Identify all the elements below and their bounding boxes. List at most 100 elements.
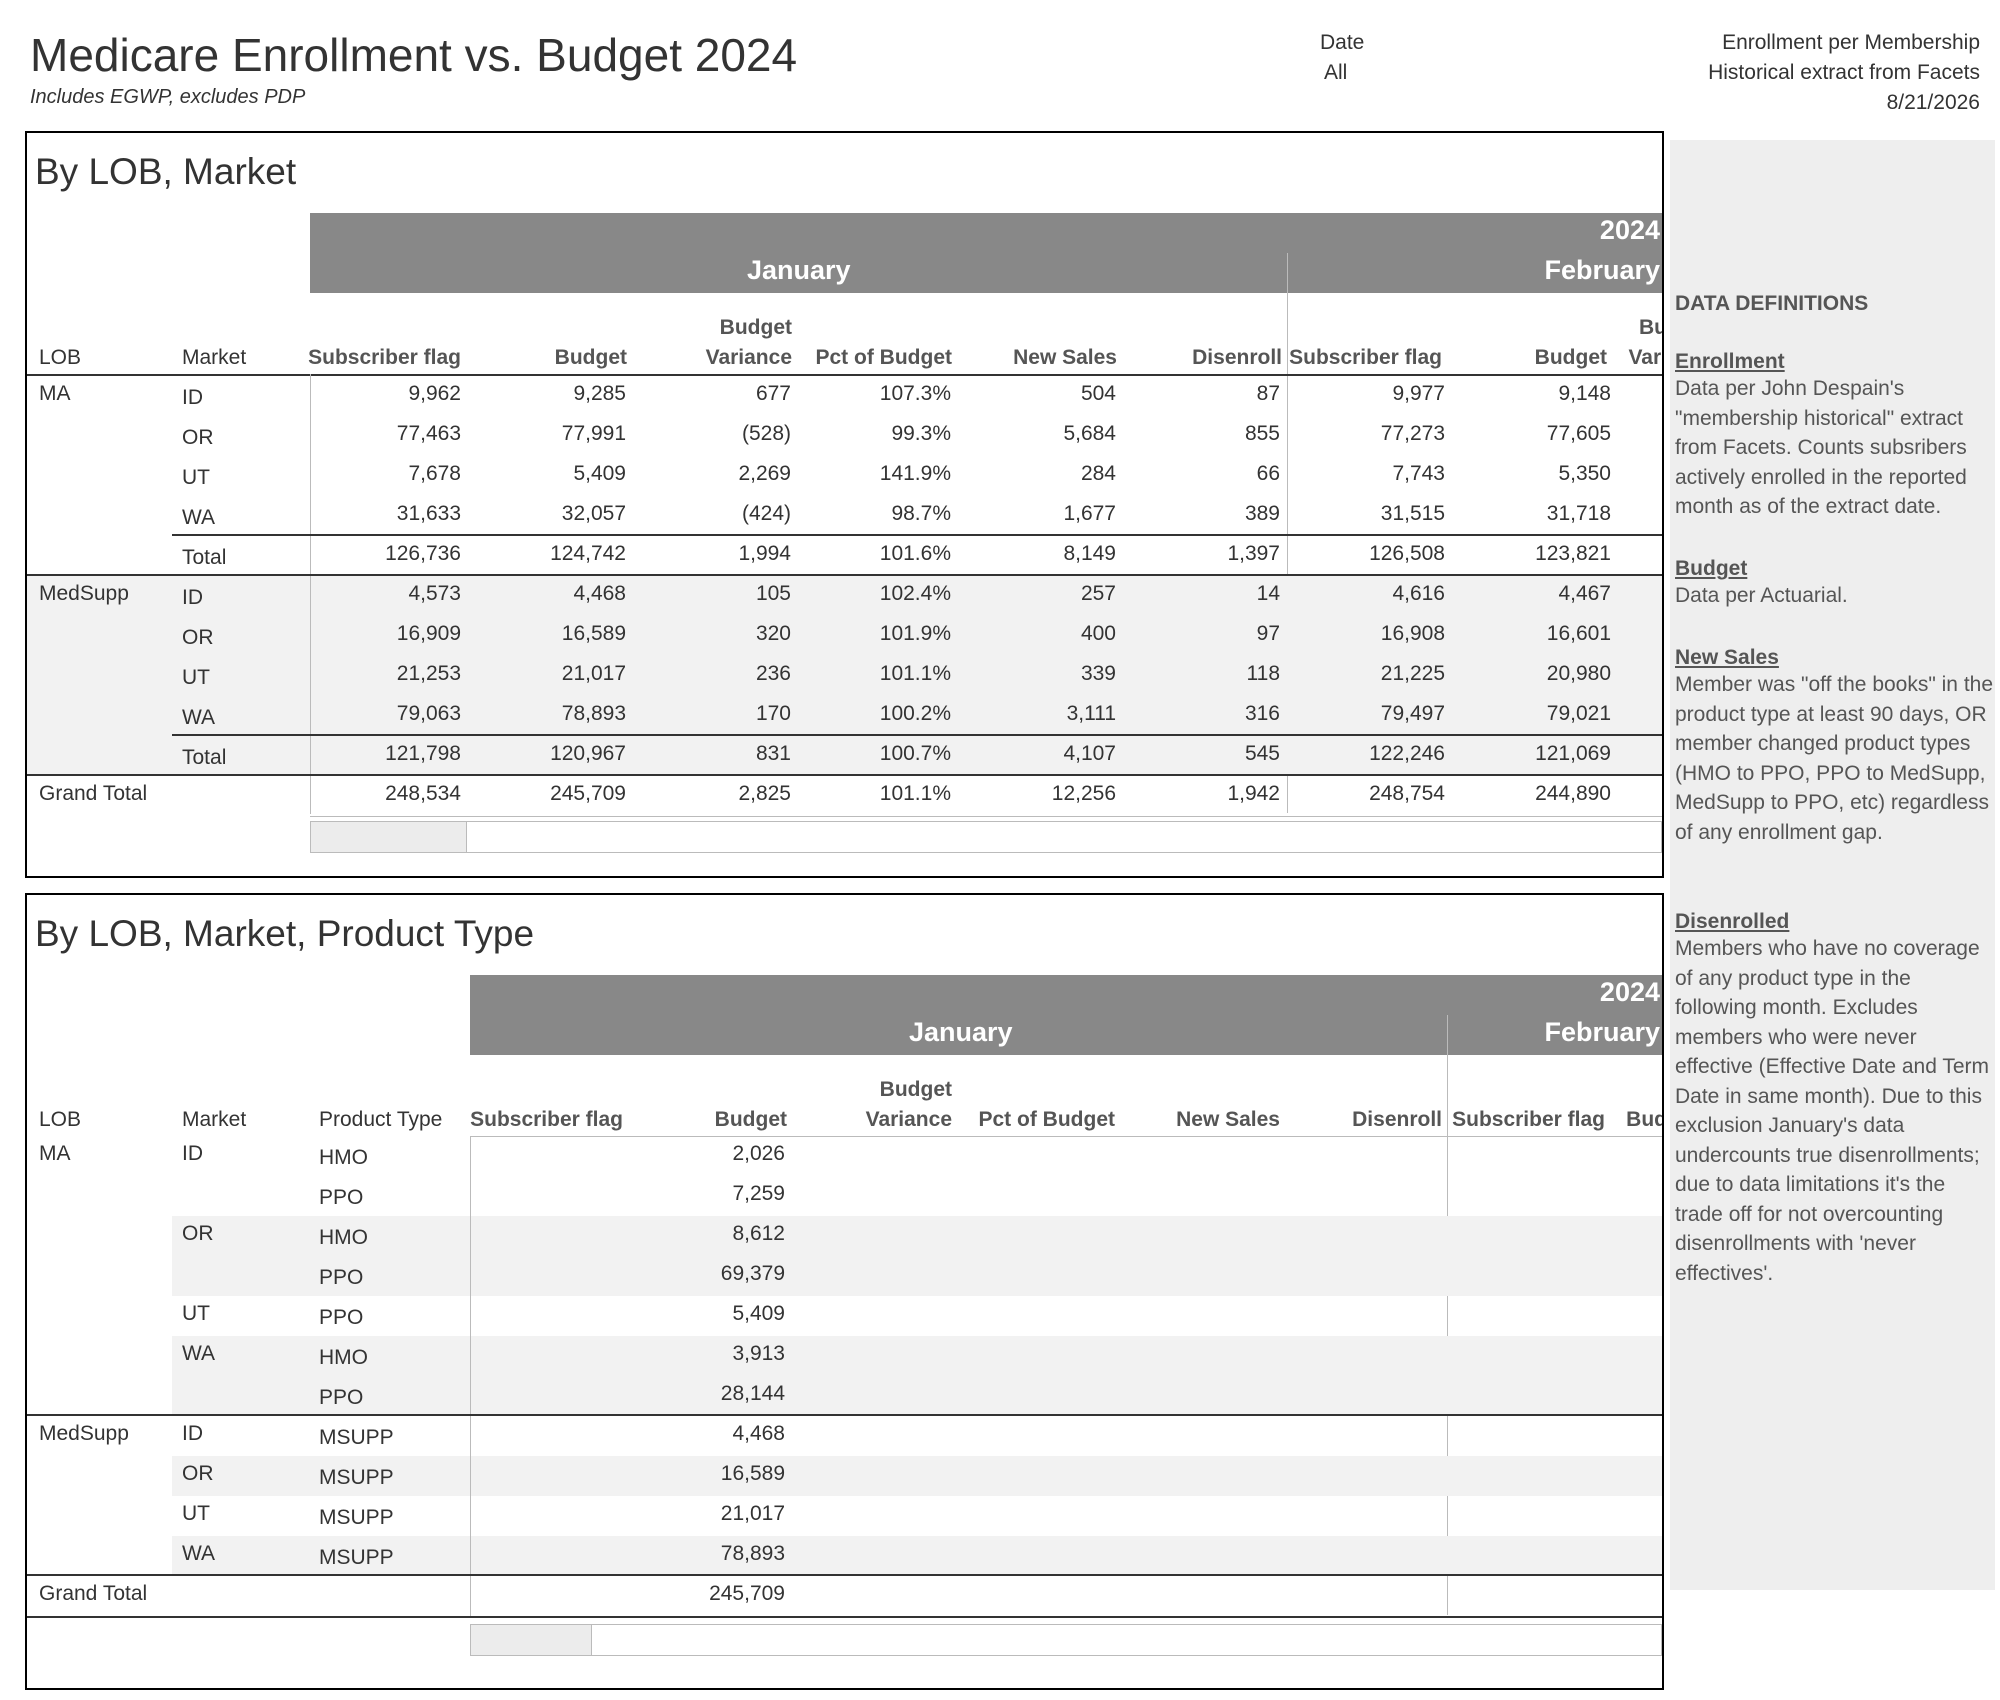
scrollbar-thumb[interactable] [471,1625,592,1655]
value-cell: 8,149 [1063,542,1116,565]
table-row: UT MSUPP 21,017 [27,1496,1662,1536]
definition-enrollment: Enrollment Data per John Despain's "memb… [1675,350,1993,522]
value-cell: 21,225 [1380,662,1445,685]
table-row: WA HMO 3,913 [27,1336,1662,1376]
value-cell: 21,017 [561,662,626,685]
value-cell: 77,991 [561,422,626,445]
value-cell: 320 [755,622,791,645]
value-cell: 316 [1244,702,1280,725]
value-cell: 284 [1080,462,1116,485]
lob-rule [27,1574,1662,1576]
market-cell: ID [182,1142,203,1165]
year-label: 2024 [1599,977,1660,1007]
lob-cell: Grand Total [39,782,148,805]
value-cell: 170 [755,702,791,725]
rowheader-divider [470,1136,471,1616]
product-type-cell: PPO [319,1186,364,1209]
value-cell: (424) [741,502,791,525]
market-cell: ID [182,1422,203,1445]
lob-rule [27,774,1662,776]
market-cell: Total [182,546,227,569]
col-header-market: Market [182,1108,247,1131]
col-header-lob: LOB [39,1108,82,1131]
value-cell: 79,021 [1546,702,1611,725]
value-cell: 118 [1246,662,1280,685]
table-row: MA ID 9,962 9,285 677 107.3% 504 87 9,977 9,148 [27,376,1662,416]
col-header-disenroll: Disenroll [1192,346,1282,369]
market-cell: WA [182,706,216,729]
value-cell: 245,709 [550,782,626,805]
date-filter-value[interactable]: All [1320,58,1364,88]
value-cell: 9,977 [1392,382,1445,405]
value-cell: 4,467 [1558,582,1611,605]
value-cell: 97 [1256,622,1280,645]
value-cell: 100.2% [879,702,951,725]
table-row: WA MSUPP 78,893 [27,1536,1662,1576]
value-cell: 9,962 [408,382,461,405]
rowheader-divider [310,374,311,814]
lob-cell: MA [39,1142,71,1165]
value-cell: 79,497 [1380,702,1445,725]
value-cell: 101.1% [879,782,951,805]
value-cell: 677 [755,382,791,405]
definition-text: Data per Actuarial. [1675,584,1848,607]
value-cell: 257 [1080,582,1116,605]
budget-cell: 3,913 [732,1342,785,1365]
lob-market-panel: By LOB, Market 2024 January February LOB Mar… [25,131,1664,878]
value-cell: 389 [1244,502,1280,525]
table-row: WA 79,063 78,893 170 100.2% 3,111 316 79,497 79,… [27,696,1662,736]
table-row: MedSupp ID 4,573 4,468 105 102.4% 257 14 4,616 4,… [27,576,1662,616]
scrollbar-thumb[interactable] [311,822,467,852]
product-type-cell: MSUPP [319,1426,394,1449]
table-row: WA 31,633 32,057 (424) 98.7% 1,677 389 31,515 31… [27,496,1662,536]
value-cell: 12,256 [1051,782,1116,805]
col-header-subscriber-flag-feb: Subscriber flag [1289,346,1442,369]
page-title: Medicare Enrollment vs. Budget 2024 [30,29,798,81]
definition-term: Disenrolled [1675,910,1790,933]
market-cell: ID [182,586,203,609]
header-band [470,975,1662,1055]
value-cell: 9,148 [1558,382,1611,405]
budget-cell: 5,409 [732,1302,785,1325]
definitions-title: DATA DEFINITIONS [1675,292,1869,315]
total-rule [172,734,1662,736]
value-cell: 831 [755,742,791,765]
header-band [310,213,1662,293]
value-cell: 31,515 [1380,502,1445,525]
table-row: UT 7,678 5,409 2,269 141.9% 284 66 7,743 5,350 [27,456,1662,496]
value-cell: 504 [1080,382,1116,405]
horizontal-scrollbar[interactable] [470,1624,1662,1656]
market-cell: OR [182,426,214,449]
market-cell: OR [182,1462,214,1485]
value-cell: 101.6% [879,542,951,565]
source-line-1: Enrollment per Membership [1722,31,1980,54]
value-cell: 16,908 [1380,622,1445,645]
value-cell: 120,967 [550,742,626,765]
value-cell: 105 [755,582,791,605]
col-header-budget-feb: Budget [1534,346,1607,369]
table-row: OR MSUPP 16,589 [27,1456,1662,1496]
value-cell: 107.3% [879,382,951,405]
value-cell: 100.7% [879,742,951,765]
value-cell: 31,633 [396,502,461,525]
col-header-new-sales: New Sales [1013,346,1117,369]
definition-budget: Budget Data per Actuarial. [1675,557,1993,611]
value-cell: 1,942 [1227,782,1280,805]
value-cell: 141.9% [879,462,951,485]
product-type-cell: HMO [319,1346,368,1369]
value-cell: 123,821 [1535,542,1611,565]
lob-market-product-table[interactable]: 2024 January February LOB Market Product Type… [27,895,1662,1688]
lob-market-table[interactable]: 2024 January February LOB Market Subscriber f… [27,133,1662,876]
table-row: Grand Total 245,709 [27,1576,1662,1616]
definition-new-sales: New Sales Member was "off the books" in … [1675,646,1993,847]
value-cell: 244,890 [1535,782,1611,805]
value-cell: 98.7% [891,502,951,525]
col-header-budget: Budget [554,346,627,369]
definition-term: New Sales [1675,646,1779,669]
date-filter[interactable]: Date All [1320,28,1364,88]
horizontal-scrollbar[interactable] [310,821,1662,853]
month-january: January [747,255,851,285]
budget-cell: 28,144 [720,1382,785,1405]
budget-cell: 245,709 [709,1582,785,1605]
value-cell: 77,273 [1380,422,1445,445]
